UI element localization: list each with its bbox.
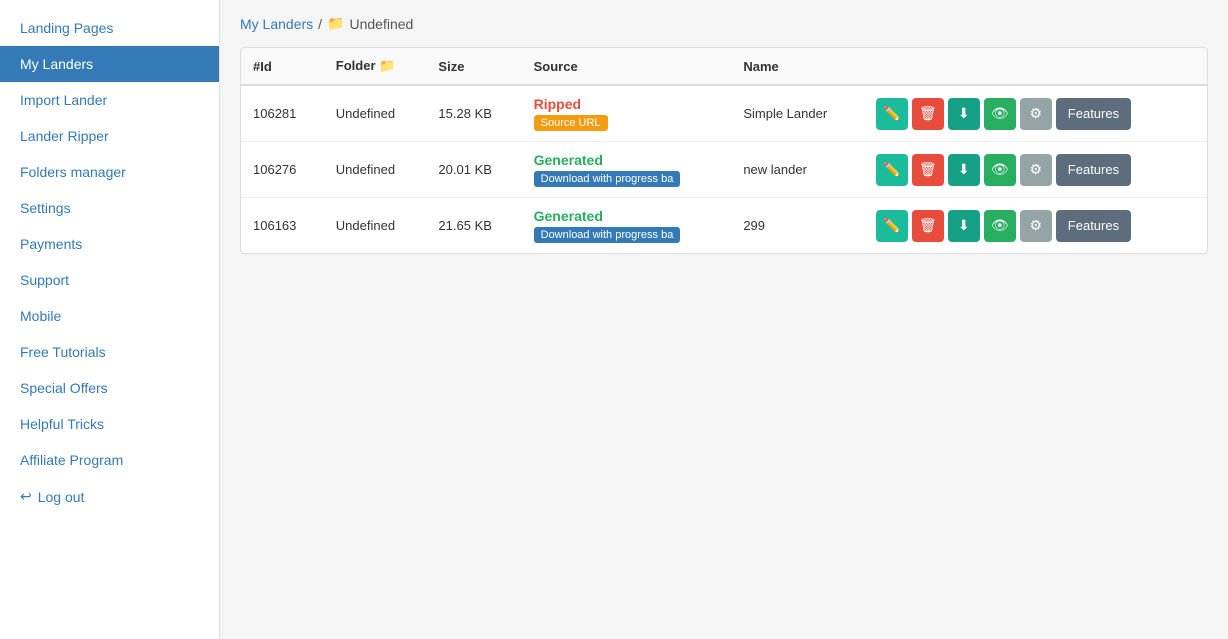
table-header-row: #Id Folder 📁 Size Source Name [241,48,1207,85]
breadcrumb-current: Undefined [349,16,413,32]
preview-button[interactable]: 👁 [984,210,1016,242]
table-row: 106163 Undefined 21.65 KB Generated Down… [241,198,1207,254]
breadcrumb-parent[interactable]: My Landers [240,16,313,32]
download-button[interactable]: ⬇ [948,210,980,242]
table-row: 106281 Undefined 15.28 KB Ripped Source … [241,85,1207,142]
cell-source: Ripped Source URL [522,85,732,142]
col-header-id: #Id [241,48,324,85]
edit-button[interactable]: ✏️ [876,98,908,130]
source-label: Generated [534,152,603,168]
settings-button[interactable]: ⚙ [1020,210,1052,242]
logout-icon: ↩ [20,488,32,505]
delete-button[interactable]: 🗑 [912,154,944,186]
sidebar-item-support[interactable]: Support [0,262,219,298]
sidebar-item-special-offers[interactable]: Special Offers [0,370,219,406]
sidebar-item-payments[interactable]: Payments [0,226,219,262]
sidebar-item-settings[interactable]: Settings [0,190,219,226]
col-header-name: Name [731,48,863,85]
cell-folder: Undefined [324,142,427,198]
landers-table-container: #Id Folder 📁 Size Source Name 106281 Und… [240,47,1208,254]
cell-name: 299 [731,198,863,254]
col-header-source: Source [522,48,732,85]
source-label: Ripped [534,96,581,112]
col-header-size: Size [426,48,521,85]
cell-folder: Undefined [324,198,427,254]
sidebar-item-free-tutorials[interactable]: Free Tutorials [0,334,219,370]
cell-id: 106281 [241,85,324,142]
cell-name: new lander [731,142,863,198]
cell-actions: ✏️ 🗑 ⬇ 👁 ⚙ Features [864,85,1207,142]
cell-id: 106163 [241,198,324,254]
breadcrumb-folder-icon: 📁 [327,15,344,32]
download-button[interactable]: ⬇ [948,98,980,130]
sidebar-item-import-lander[interactable]: Import Lander [0,82,219,118]
edit-button[interactable]: ✏️ [876,154,908,186]
delete-button[interactable]: 🗑 [912,210,944,242]
sidebar: Landing Pages My Landers Import Lander L… [0,0,220,639]
source-badge: Download with progress ba [534,171,681,187]
edit-button[interactable]: ✏️ [876,210,908,242]
sidebar-item-mobile[interactable]: Mobile [0,298,219,334]
cell-name: Simple Lander [731,85,863,142]
cell-folder: Undefined [324,85,427,142]
action-buttons-group: ✏️ 🗑 ⬇ 👁 ⚙ Features [876,154,1195,186]
cell-size: 21.65 KB [426,198,521,254]
sidebar-item-affiliate-program[interactable]: Affiliate Program [0,442,219,478]
cell-actions: ✏️ 🗑 ⬇ 👁 ⚙ Features [864,198,1207,254]
features-button[interactable]: Features [1056,98,1131,130]
action-buttons-group: ✏️ 🗑 ⬇ 👁 ⚙ Features [876,210,1195,242]
source-badge: Source URL [534,115,608,131]
action-buttons-group: ✏️ 🗑 ⬇ 👁 ⚙ Features [876,98,1195,130]
source-label: Generated [534,208,603,224]
col-header-actions [864,48,1207,85]
delete-button[interactable]: 🗑 [912,98,944,130]
features-button[interactable]: Features [1056,154,1131,186]
cell-size: 15.28 KB [426,85,521,142]
sidebar-item-folders-manager[interactable]: Folders manager [0,154,219,190]
breadcrumb-separator: / [318,16,322,32]
sidebar-item-helpful-tricks[interactable]: Helpful Tricks [0,406,219,442]
cell-source: Generated Download with progress ba [522,142,732,198]
preview-button[interactable]: 👁 [984,154,1016,186]
cell-actions: ✏️ 🗑 ⬇ 👁 ⚙ Features [864,142,1207,198]
folder-header-icon: 📁 [379,58,395,73]
cell-id: 106276 [241,142,324,198]
download-button[interactable]: ⬇ [948,154,980,186]
breadcrumb: My Landers / 📁 Undefined [240,15,1208,32]
col-header-folder: Folder 📁 [324,48,427,85]
sidebar-item-landing-pages[interactable]: Landing Pages [0,10,219,46]
source-badge: Download with progress ba [534,227,681,243]
cell-source: Generated Download with progress ba [522,198,732,254]
features-button[interactable]: Features [1056,210,1131,242]
sidebar-item-my-landers[interactable]: My Landers [0,46,219,82]
table-row: 106276 Undefined 20.01 KB Generated Down… [241,142,1207,198]
main-content: My Landers / 📁 Undefined #Id Folder 📁 Si… [220,0,1228,639]
settings-button[interactable]: ⚙ [1020,98,1052,130]
settings-button[interactable]: ⚙ [1020,154,1052,186]
landers-table: #Id Folder 📁 Size Source Name 106281 Und… [241,48,1207,253]
preview-button[interactable]: 👁 [984,98,1016,130]
logout-button[interactable]: ↩ Log out [0,478,219,515]
sidebar-item-lander-ripper[interactable]: Lander Ripper [0,118,219,154]
cell-size: 20.01 KB [426,142,521,198]
